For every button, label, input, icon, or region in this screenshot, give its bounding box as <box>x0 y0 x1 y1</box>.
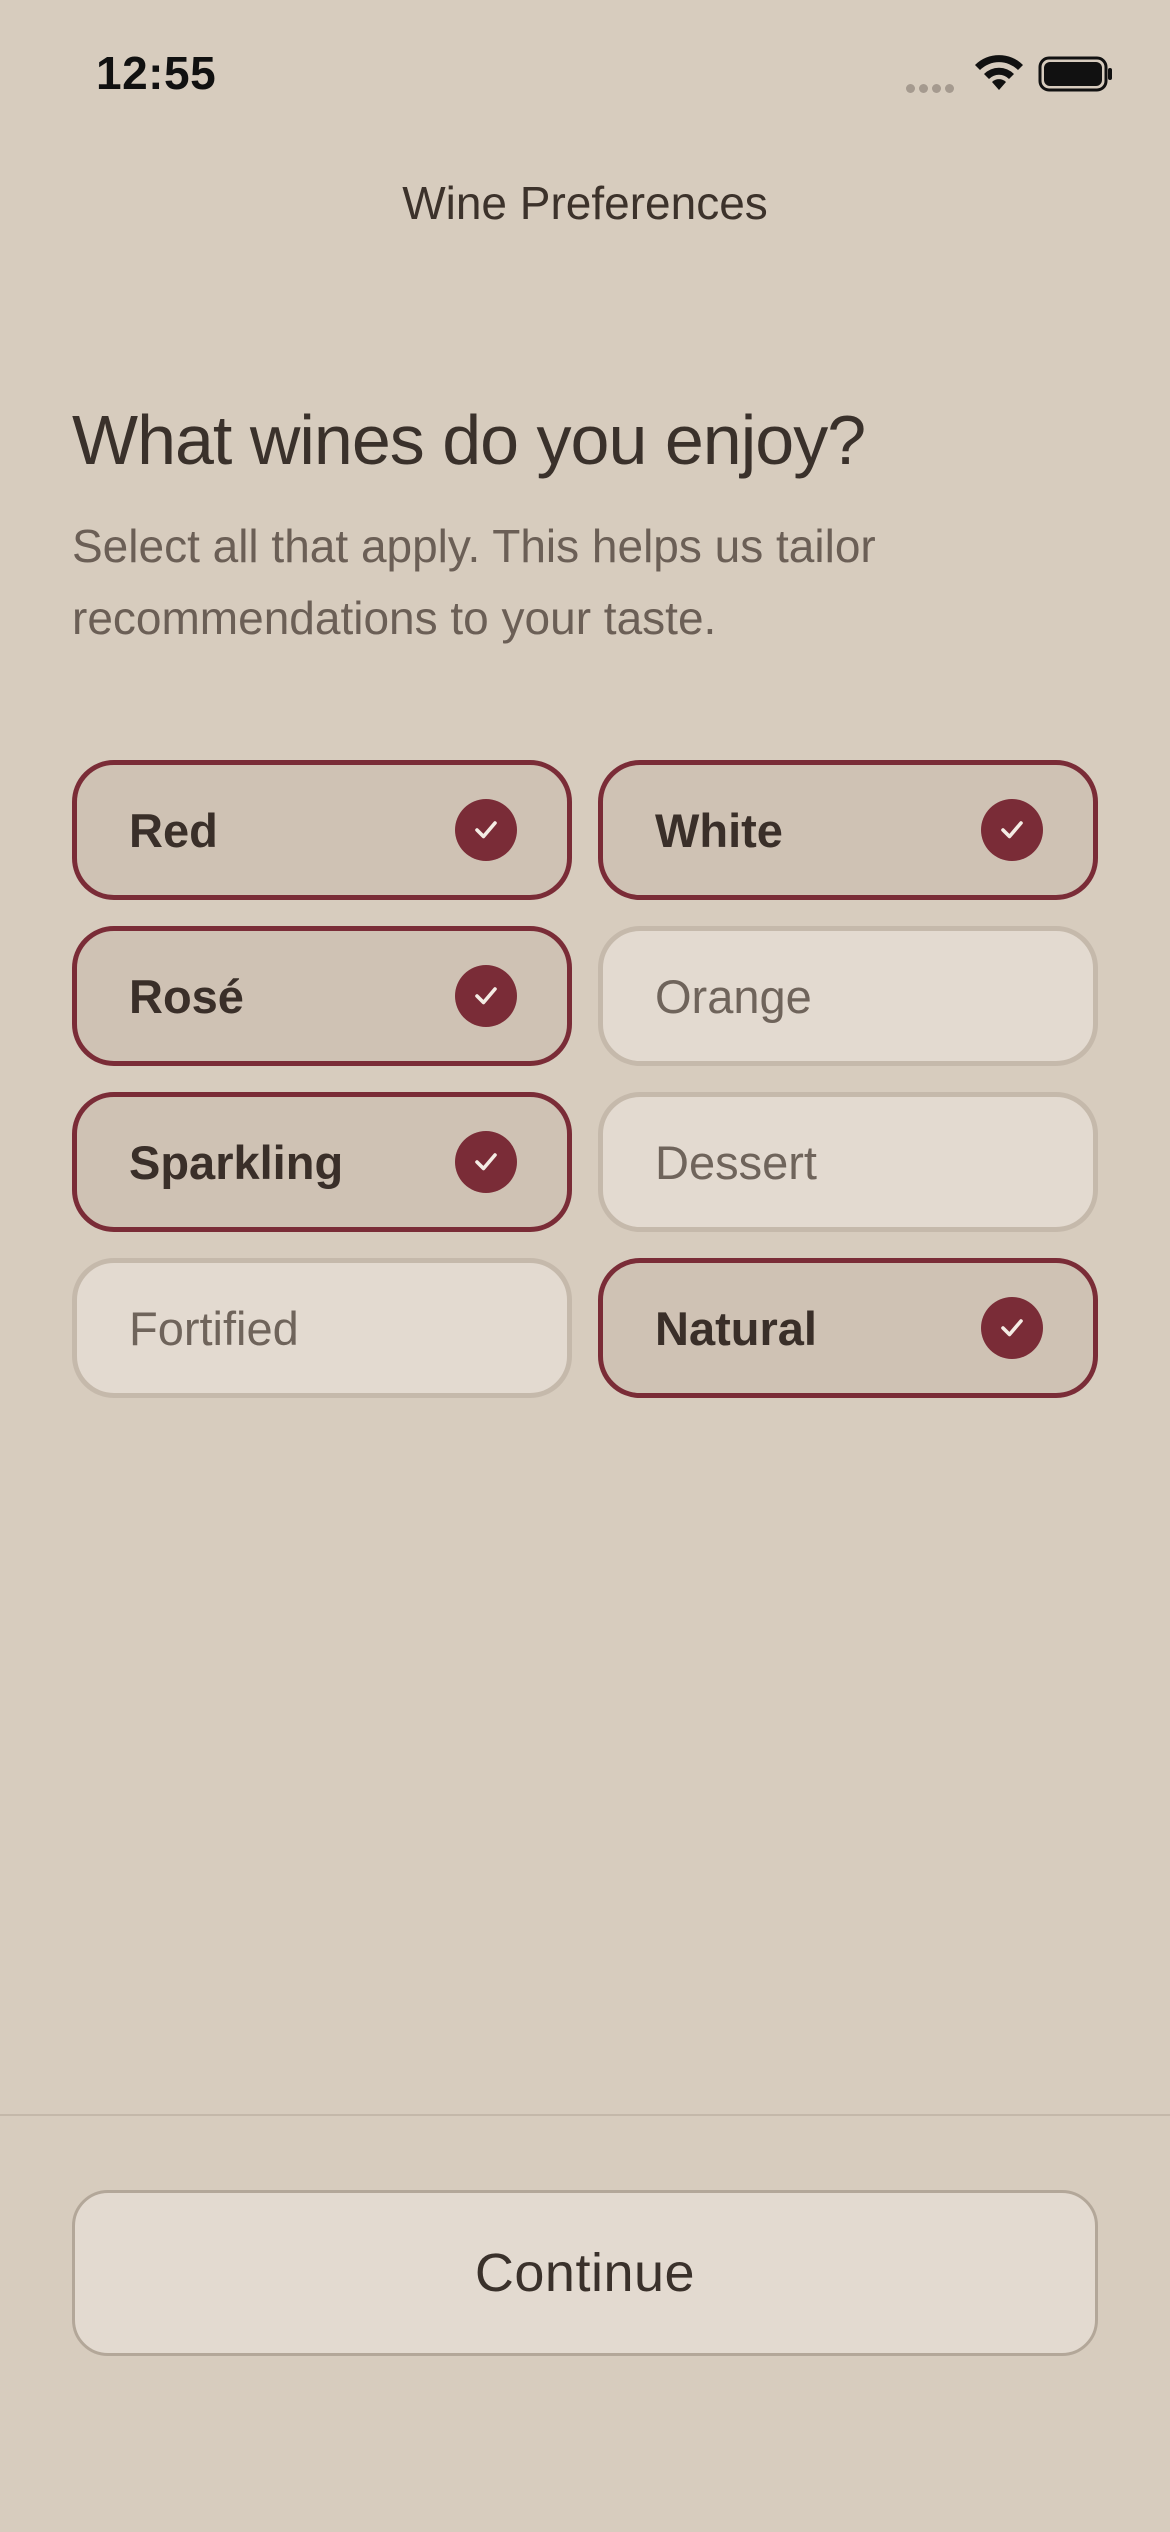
wine-option-dessert[interactable]: Dessert <box>598 1092 1098 1232</box>
wine-option-label: Fortified <box>129 1301 299 1355</box>
question-subheading: Select all that apply. This helps us tai… <box>72 520 876 644</box>
wine-option-fortified[interactable]: Fortified <box>72 1258 572 1398</box>
wine-option-sparkling[interactable]: Sparkling <box>72 1092 572 1232</box>
wine-option-label: Rosé <box>129 969 244 1023</box>
wine-option-label: White <box>655 803 783 857</box>
check-icon <box>981 1297 1043 1359</box>
wine-option-label: Dessert <box>655 1135 817 1189</box>
battery-icon <box>1038 56 1112 92</box>
question-heading: What wines do you enjoy? <box>72 401 866 479</box>
wifi-icon <box>975 55 1023 90</box>
status-time: 12:55 <box>96 47 217 99</box>
wine-option-label: Red <box>129 803 218 857</box>
continue-button[interactable]: Continue <box>72 2190 1098 2356</box>
check-icon <box>981 799 1043 861</box>
signal-icon <box>906 80 960 93</box>
check-icon <box>455 1131 517 1193</box>
wine-option-red[interactable]: Red <box>72 760 572 900</box>
wine-option-label: Orange <box>655 969 812 1023</box>
wine-type-options: Red White Rosé Orange Sparkling Dessert Fortif… <box>72 760 1098 1398</box>
wine-option-rose[interactable]: Rosé <box>72 926 572 1066</box>
wine-option-orange[interactable]: Orange <box>598 926 1098 1066</box>
page-title: Wine Preferences <box>402 177 768 229</box>
footer-divider <box>0 2114 1170 2116</box>
wine-option-label: Natural <box>655 1301 817 1355</box>
wine-option-label: Sparkling <box>129 1135 344 1189</box>
status-bar: 12:55 <box>0 0 1170 150</box>
wine-option-white[interactable]: White <box>598 760 1098 900</box>
check-icon <box>455 799 517 861</box>
wine-option-natural[interactable]: Natural <box>598 1258 1098 1398</box>
check-icon <box>455 965 517 1027</box>
